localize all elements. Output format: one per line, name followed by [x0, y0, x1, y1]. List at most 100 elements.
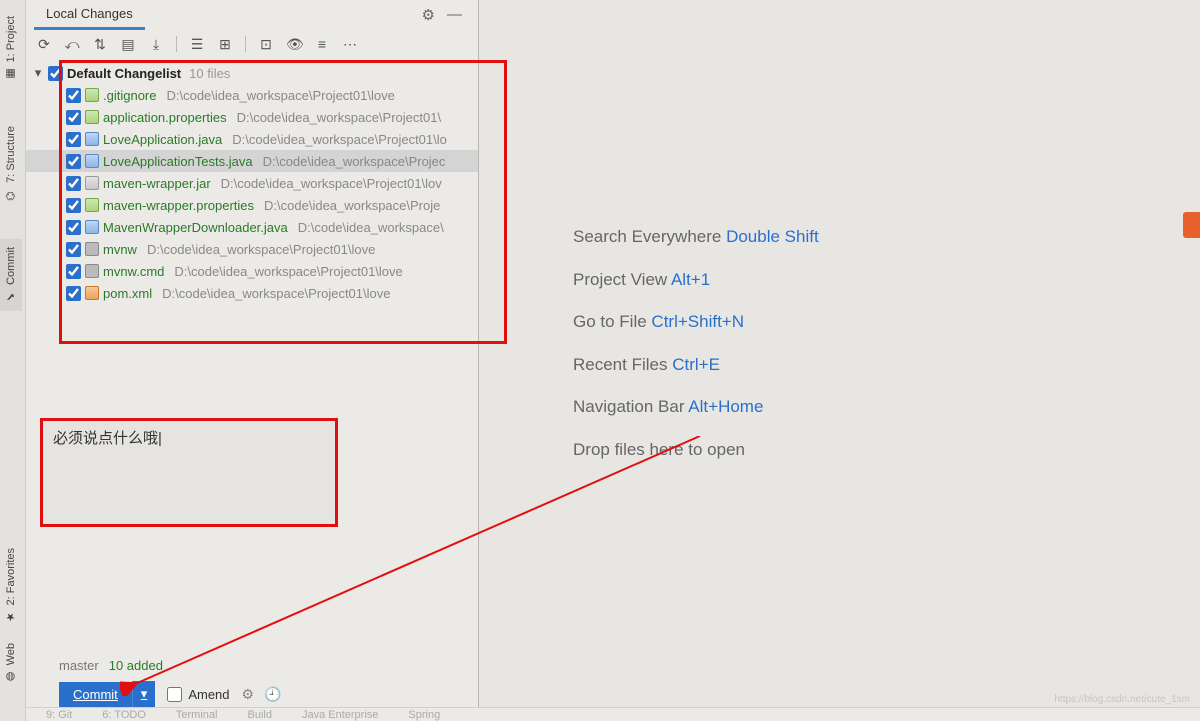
- project-icon: ▦: [4, 66, 18, 80]
- chevron-down-icon[interactable]: ▾: [32, 65, 44, 81]
- file-row[interactable]: MavenWrapperDownloader.java D:\code\idea_…: [26, 216, 478, 238]
- editor-hint-row: Recent Files Ctrl+E: [573, 344, 819, 387]
- file-name: mvnw: [103, 242, 137, 257]
- bottom-terminal[interactable]: Terminal: [176, 709, 218, 721]
- annotation-box-message: [40, 418, 338, 527]
- file-checkbox[interactable]: [66, 198, 81, 213]
- editor-hint-row: Search Everywhere Double Shift: [573, 216, 819, 259]
- editor-empty-hints: Search Everywhere Double ShiftProject Vi…: [573, 216, 819, 471]
- gutter-project[interactable]: ▦ 1: Project: [0, 8, 22, 88]
- editor-hint-row: Navigation Bar Alt+Home: [573, 386, 819, 429]
- file-name: pom.xml: [103, 286, 152, 301]
- commit-tool-window: Local Changes ⚙ — ⟳ ⤺ ⇅ ▤ ⤓ ☰ ⊞ ⊡ 👁 ≡ ⋯ …: [26, 0, 479, 721]
- minimize-icon[interactable]: —: [447, 6, 462, 24]
- gutter-web[interactable]: ◍ Web: [0, 635, 22, 691]
- gutter-favorites[interactable]: ★ 2: Favorites: [0, 540, 22, 631]
- file-type-icon: [85, 132, 99, 146]
- diff-icon[interactable]: ⇅: [92, 36, 108, 53]
- rollback-icon[interactable]: ⤺: [64, 36, 80, 53]
- file-name: maven-wrapper.properties: [103, 198, 254, 213]
- file-row[interactable]: maven-wrapper.propertiesD:\code\idea_wor…: [26, 194, 478, 216]
- gear-icon[interactable]: ⚙: [242, 686, 255, 703]
- hint-shortcut: Double Shift: [726, 227, 819, 246]
- gutter-structure[interactable]: ⌬ 7: Structure: [0, 118, 22, 209]
- file-row[interactable]: LoveApplicationTests.javaD:\code\idea_wo…: [26, 150, 478, 172]
- history-icon[interactable]: 🕘: [264, 686, 281, 703]
- hint-label: Recent Files: [573, 355, 672, 374]
- file-name: MavenWrapperDownloader.java: [103, 220, 288, 235]
- bottom-javaee[interactable]: Java Enterprise: [302, 709, 378, 721]
- hint-label: Drop files here to open: [573, 440, 745, 459]
- file-row[interactable]: maven-wrapper.jarD:\code\idea_workspace\…: [26, 172, 478, 194]
- file-row[interactable]: LoveApplication.java D:\code\idea_workspa…: [26, 128, 478, 150]
- file-type-icon: [85, 176, 99, 190]
- hint-label: Search Everywhere: [573, 227, 726, 246]
- expand-icon[interactable]: ⊡: [258, 36, 274, 53]
- bottom-todo[interactable]: 6: TODO: [102, 709, 146, 721]
- file-type-icon: [85, 286, 99, 300]
- commit-button[interactable]: Commit: [59, 682, 132, 707]
- changelist-checkbox[interactable]: [48, 66, 63, 81]
- hint-label: Go to File: [573, 312, 651, 331]
- more-icon[interactable]: ⋯: [342, 36, 358, 53]
- commit-dropdown[interactable]: ▾: [132, 681, 156, 707]
- changelist-header[interactable]: ▾ Default Changelist 10 files: [26, 62, 478, 84]
- right-side-badge[interactable]: [1183, 212, 1200, 238]
- file-row[interactable]: application.propertiesD:\code\idea_works…: [26, 106, 478, 128]
- hint-shortcut: Ctrl+Shift+N: [651, 312, 744, 331]
- file-row[interactable]: mvnw D:\code\idea_workspace\Project01\lov…: [26, 238, 478, 260]
- tab-local-changes[interactable]: Local Changes: [34, 0, 145, 30]
- shelve-icon[interactable]: ⤓: [148, 36, 164, 53]
- file-checkbox[interactable]: [66, 154, 81, 169]
- file-checkbox[interactable]: [66, 286, 81, 301]
- amend-checkbox-label[interactable]: Amend: [167, 687, 229, 702]
- file-type-icon: [85, 220, 99, 234]
- file-name: mvnw.cmd: [103, 264, 164, 279]
- commit-status-line: master 10 added: [59, 658, 163, 673]
- file-checkbox[interactable]: [66, 88, 81, 103]
- refresh-icon[interactable]: ⟳: [36, 36, 52, 53]
- file-path: D:\code\idea_workspace\Project01\lo: [232, 132, 447, 147]
- file-checkbox[interactable]: [66, 220, 81, 235]
- file-checkbox[interactable]: [66, 242, 81, 257]
- changelist-icon[interactable]: ▤: [120, 36, 136, 53]
- hint-shortcut: Alt+Home: [688, 397, 763, 416]
- star-icon: ★: [4, 609, 18, 623]
- changes-toolbar: ⟳ ⤺ ⇅ ▤ ⤓ ☰ ⊞ ⊡ 👁 ≡ ⋯: [26, 30, 478, 58]
- gear-icon[interactable]: ⚙: [422, 6, 435, 24]
- hint-shortcut: Alt+1: [671, 270, 710, 289]
- gutter-commit[interactable]: ✔ Commit: [0, 239, 22, 311]
- file-type-icon: [85, 264, 99, 278]
- bottom-build[interactable]: Build: [247, 709, 271, 721]
- commit-button-group: Commit ▾: [59, 681, 155, 707]
- group-icon[interactable]: ☰: [189, 36, 205, 53]
- file-checkbox[interactable]: [66, 176, 81, 191]
- editor-hint-row: Project View Alt+1: [573, 259, 819, 302]
- preview-icon[interactable]: 👁: [286, 36, 302, 53]
- file-type-icon: [85, 242, 99, 256]
- branch-label: master: [59, 658, 99, 673]
- collapse-icon[interactable]: ≡: [314, 36, 330, 52]
- added-count: 10 added: [109, 658, 163, 673]
- file-row[interactable]: mvnw.cmdD:\code\idea_workspace\Project01…: [26, 260, 478, 282]
- file-path: D:\code\idea_workspace\: [298, 220, 444, 235]
- web-icon: ◍: [4, 669, 18, 683]
- file-path: D:\code\idea_workspace\Project01\: [237, 110, 442, 125]
- amend-checkbox[interactable]: [167, 687, 182, 702]
- watermark: https://blog.csdn.net/cute_1sm: [1054, 694, 1190, 705]
- file-name: .gitignore: [103, 88, 156, 103]
- file-path: D:\code\idea_workspace\Project01\lov: [221, 176, 442, 191]
- file-checkbox[interactable]: [66, 264, 81, 279]
- bottom-git[interactable]: 9: Git: [46, 709, 72, 721]
- file-name: LoveApplicationTests.java: [103, 154, 253, 169]
- file-path: D:\code\idea_workspace\Project01\love: [147, 242, 375, 257]
- tree-icon[interactable]: ⊞: [217, 36, 233, 53]
- bottom-spring[interactable]: Spring: [408, 709, 440, 721]
- commit-message-input[interactable]: [43, 421, 335, 524]
- file-row[interactable]: .gitignoreD:\code\idea_workspace\Project…: [26, 84, 478, 106]
- file-checkbox[interactable]: [66, 132, 81, 147]
- file-checkbox[interactable]: [66, 110, 81, 125]
- file-row[interactable]: pom.xmlD:\code\idea_workspace\Project01\…: [26, 282, 478, 304]
- file-name: LoveApplication.java: [103, 132, 222, 147]
- file-type-icon: [85, 198, 99, 212]
